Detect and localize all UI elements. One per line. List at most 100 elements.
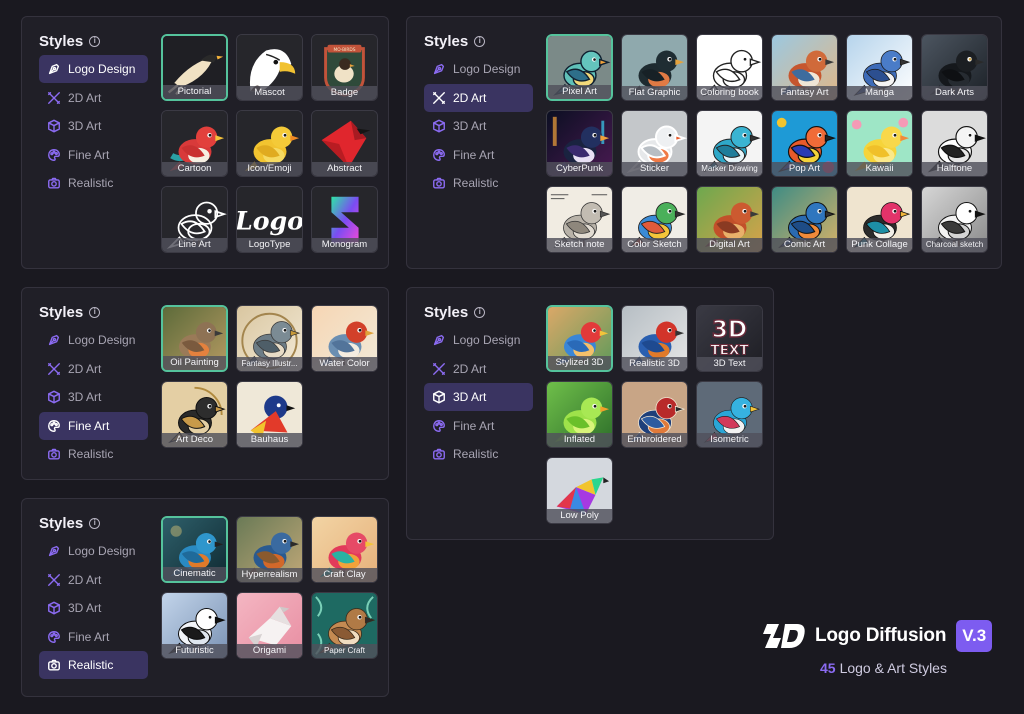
style-tile-pop-art[interactable]: Pop Art [771,110,838,177]
menu-item-logo-design[interactable]: Logo Design [39,326,148,354]
menu-item-3d-art[interactable]: 3D Art [39,112,148,140]
menu-item-label: 3D Art [453,390,487,405]
camera-icon [46,658,61,673]
style-tile-cinematic[interactable]: Cinematic [161,516,228,583]
style-tile-origami[interactable]: Origami [236,592,303,659]
menu-item-logo-design[interactable]: Logo Design [39,537,148,565]
style-grid: Cinematic Hyperrealism Craft Clay Futuri… [161,516,378,659]
style-tile-coloring-book[interactable]: Coloring book [696,34,763,101]
pen-tool-icon [431,333,446,348]
menu-item-3d-art[interactable]: 3D Art [424,383,533,412]
style-tile-label: Color Sketch [622,238,687,252]
style-tile-label: Halftone [922,162,987,176]
style-tile-label: Oil Painting [163,356,226,370]
styles-panel-2d-art: Styles i Logo Design 2D Art 3D Art Fine Art Re… [406,16,1002,269]
style-tile-monogram[interactable]: Monogram [311,186,378,253]
style-tile-digital-art[interactable]: Digital Art [696,186,763,253]
menu-item-realistic[interactable]: Realistic [39,169,148,197]
style-tile-label: Monogram [312,238,377,252]
style-tile-inflated[interactable]: Inflated [546,381,613,448]
style-tile-flat-graphic[interactable]: Flat Graphic [621,34,688,101]
style-tile-pictorial[interactable]: Pictorial [161,34,228,101]
style-tile-label: Charcoal sketch [922,238,987,252]
info-icon[interactable]: i [89,518,101,529]
style-grid: Stylized 3D Realistic 3D 3D TEXT 3D Text … [546,305,763,524]
menu-item-fine-art[interactable]: Fine Art [424,412,533,440]
menu-item-2d-art[interactable]: 2D Art [424,355,533,383]
style-tile-marker-drawing[interactable]: Marker Drawing [696,110,763,177]
style-tile-stylized-3d[interactable]: Stylized 3D [546,305,613,372]
style-tile-icon-emoji[interactable]: Icon/Emoji [236,110,303,177]
style-tile-paper-craft[interactable]: Paper Craft [311,592,378,659]
menu-item-2d-art[interactable]: 2D Art [39,566,148,594]
style-tile-pixel-art[interactable]: Pixel Art [546,34,613,101]
menu-item-3d-art[interactable]: 3D Art [424,112,533,140]
style-tile-3d-text[interactable]: 3D TEXT 3D Text [696,305,763,372]
style-tile-color-sketch[interactable]: Color Sketch [621,186,688,253]
styles-header: Styles i [39,33,101,50]
menu-item-logo-design[interactable]: Logo Design [39,55,148,83]
style-tile-label: Embroidered [622,433,687,447]
style-tile-embroidered[interactable]: Embroidered [621,381,688,448]
menu-item-label: Realistic [453,176,499,191]
style-tile-oil-painting[interactable]: Oil Painting [161,305,228,372]
brush-ruler-icon [431,90,446,105]
style-tile-charcoal-sketch[interactable]: Charcoal sketch [921,186,988,253]
style-tile-dark-arts[interactable]: Dark Arts [921,34,988,101]
style-tile-fantasy-art[interactable]: Fantasy Art [771,34,838,101]
info-icon[interactable]: i [89,36,101,47]
style-tile-sticker[interactable]: Sticker [621,110,688,177]
style-tile-halftone[interactable]: Halftone [921,110,988,177]
style-tile-line-art[interactable]: Line Art [161,186,228,253]
menu-item-fine-art[interactable]: Fine Art [39,141,148,169]
menu-item-3d-art[interactable]: 3D Art [39,383,148,411]
menu-item-2d-art[interactable]: 2D Art [39,84,148,112]
style-tile-realistic-3d[interactable]: Realistic 3D [621,305,688,372]
style-tile-sketch-note[interactable]: Sketch note [546,186,613,253]
style-tile-badge[interactable]: MO·BIRDS Badge [311,34,378,101]
info-icon[interactable]: i [89,307,101,318]
style-tile-mascot[interactable]: Mascot [236,34,303,101]
palette-icon [431,147,446,162]
style-tile-punk-collage[interactable]: Punk Collage [846,186,913,253]
menu-item-realistic[interactable]: Realistic [39,440,148,468]
style-tile-label: Line Art [162,238,227,252]
style-tile-art-deco[interactable]: Art Deco [161,381,228,448]
style-tile-bauhaus[interactable]: Bauhaus [236,381,303,448]
style-tile-label: Stylized 3D [548,356,611,370]
menu-item-2d-art[interactable]: 2D Art [424,83,533,112]
style-tile-craft-clay[interactable]: Craft Clay [311,516,378,583]
tagline-text: Logo & Art Styles [839,660,947,676]
style-tile-futuristic[interactable]: Futuristic [161,592,228,659]
menu-item-logo-design[interactable]: Logo Design [424,55,533,83]
menu-item-fine-art[interactable]: Fine Art [39,623,148,651]
style-tile-water-color[interactable]: Water Color [311,305,378,372]
style-tile-fantasy-illustr[interactable]: Fantasy Illustr... [236,305,303,372]
style-tile-hyperrealism[interactable]: Hyperrealism [236,516,303,583]
menu-item-fine-art[interactable]: Fine Art [39,411,148,440]
style-tile-kawaii[interactable]: Kawaii [846,110,913,177]
style-tile-isometric[interactable]: Isometric [696,381,763,448]
style-tile-cartoon[interactable]: Cartoon [161,110,228,177]
pen-tool-icon [431,62,446,77]
menu-item-realistic[interactable]: Realistic [424,440,533,468]
menu-item-fine-art[interactable]: Fine Art [424,141,533,169]
menu-item-3d-art[interactable]: 3D Art [39,594,148,622]
style-tile-label: Fantasy Art [772,86,837,100]
menu-item-realistic[interactable]: Realistic [424,169,533,197]
menu-item-label: Fine Art [68,418,110,433]
menu-item-logo-design[interactable]: Logo Design [424,326,533,354]
info-icon[interactable]: i [474,307,486,318]
style-tile-label: Futuristic [162,644,227,658]
style-tile-manga[interactable]: Manga [846,34,913,101]
style-tile-logotype[interactable]: Logo LogoType [236,186,303,253]
style-tile-comic-art[interactable]: Comic Art [771,186,838,253]
style-tile-label: Inflated [547,433,612,447]
style-tile-label: Comic Art [772,238,837,252]
style-tile-abstract[interactable]: Abstract [311,110,378,177]
style-tile-cyberpunk[interactable]: CyberPunk [546,110,613,177]
style-tile-low-poly[interactable]: Low Poly [546,457,613,524]
menu-item-realistic[interactable]: Realistic [39,651,148,680]
menu-item-2d-art[interactable]: 2D Art [39,355,148,383]
info-icon[interactable]: i [474,36,486,47]
